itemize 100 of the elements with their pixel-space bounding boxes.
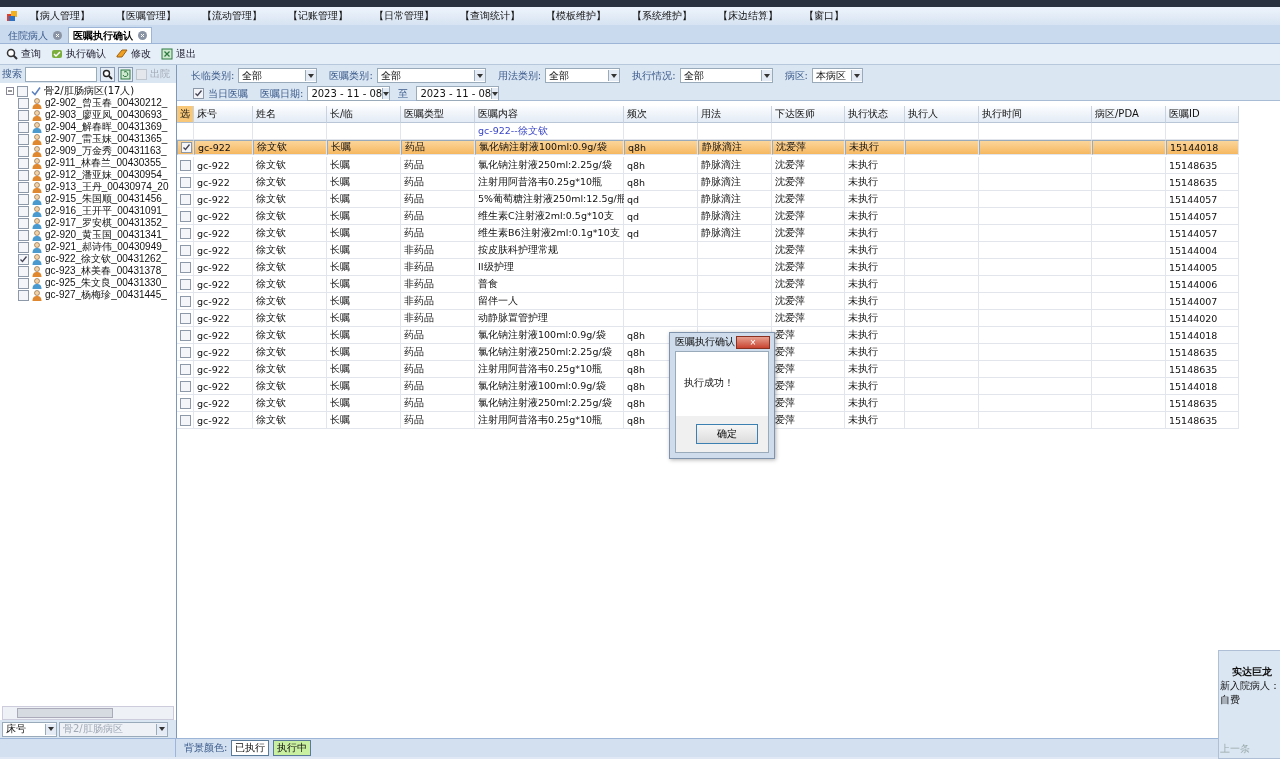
menu-item[interactable]: 【床边结算】 — [710, 9, 792, 23]
menu-item[interactable]: 【记账管理】 — [280, 9, 362, 23]
patient-item[interactable]: g2-921_郝诗伟_00430949_ — [45, 240, 168, 254]
dropdown-arrow-icon[interactable] — [760, 70, 772, 81]
filter-select[interactable]: 全部 — [376, 68, 486, 83]
dropdown-arrow-icon[interactable] — [473, 70, 485, 81]
menu-item[interactable]: 【查询统计】 — [452, 9, 534, 23]
row-checkbox[interactable] — [180, 312, 191, 324]
row-checkbox[interactable] — [180, 278, 191, 290]
close-icon[interactable] — [53, 31, 62, 40]
patient-item[interactable]: g2-911_林春兰_00430355_ — [45, 156, 167, 170]
toolbar-button[interactable]: 退出 — [161, 47, 196, 61]
tab[interactable]: 住院病人 — [4, 28, 66, 43]
column-header[interactable]: 病区/PDA — [1092, 106, 1166, 123]
filter-select[interactable]: 全部 — [238, 68, 318, 83]
patient-item[interactable]: gc-927_杨梅珍_00431445_ — [45, 288, 167, 302]
collapse-icon[interactable] — [6, 87, 14, 95]
close-icon[interactable] — [138, 31, 147, 40]
dropdown-arrow-icon[interactable] — [382, 88, 390, 99]
search-field[interactable] — [25, 66, 97, 82]
sort-select[interactable]: 床号 — [2, 721, 57, 737]
filter-select[interactable]: 全部 — [545, 68, 621, 83]
menu-item[interactable]: 【流动管理】 — [194, 9, 276, 23]
tree-checkbox[interactable] — [18, 133, 29, 145]
date-field[interactable]: 2023 - 11 - 08 — [307, 86, 391, 101]
patient-item[interactable]: g2-920_黄玉国_00431341_ — [45, 228, 168, 242]
column-header[interactable]: 频次 — [624, 106, 698, 123]
tree-checkbox[interactable] — [18, 253, 29, 265]
patient-item[interactable]: g2-916_王开平_00431091_ — [45, 204, 168, 218]
tree-checkbox[interactable] — [18, 157, 29, 169]
tree-checkbox[interactable] — [18, 145, 29, 157]
menu-item[interactable]: 【医嘱管理】 — [108, 9, 190, 23]
filter-select[interactable]: 本病区 — [811, 68, 863, 83]
patient-item[interactable]: gc-923_林美春_00431378_ — [45, 264, 167, 278]
dropdown-arrow-icon[interactable] — [305, 70, 317, 81]
filter-select[interactable]: 全部 — [679, 68, 773, 83]
tree-checkbox[interactable] — [18, 193, 29, 205]
row-checkbox[interactable] — [181, 142, 192, 153]
row-checkbox[interactable] — [180, 261, 191, 273]
tree-checkbox[interactable] — [18, 229, 29, 241]
search-button[interactable] — [100, 66, 115, 82]
tree-checkbox[interactable] — [18, 289, 29, 301]
tab[interactable]: 医嘱执行确认 — [68, 27, 152, 43]
row-checkbox[interactable] — [180, 227, 191, 239]
toolbar-button[interactable]: 执行确认 — [51, 47, 106, 61]
row-checkbox[interactable] — [180, 346, 191, 358]
row-checkbox[interactable] — [180, 414, 191, 426]
tree-checkbox[interactable] — [17, 85, 28, 97]
tree-checkbox[interactable] — [18, 277, 29, 289]
tree-checkbox[interactable] — [18, 97, 29, 109]
column-header[interactable]: 执行人 — [905, 106, 979, 123]
column-header[interactable]: 执行状态 — [845, 106, 905, 123]
column-header[interactable]: 用法 — [698, 106, 772, 123]
tree-checkbox[interactable] — [18, 121, 29, 133]
date-field[interactable]: 2023 - 11 - 08 — [416, 86, 500, 101]
patient-item[interactable]: g2-903_廖亚凤_00430693_ — [45, 108, 168, 122]
row-checkbox[interactable] — [180, 210, 191, 222]
row-checkbox[interactable] — [180, 193, 191, 205]
menu-item[interactable]: 【系统维护】 — [624, 9, 706, 23]
row-checkbox[interactable] — [180, 159, 191, 171]
ok-button[interactable]: 确定 — [696, 424, 758, 444]
column-header[interactable]: 长/临 — [327, 106, 401, 123]
today-checkbox[interactable] — [193, 88, 204, 99]
patient-item[interactable]: g2-912_潘亚妹_00430954_ — [45, 168, 168, 182]
menu-item[interactable]: 【模板维护】 — [538, 9, 620, 23]
tree-checkbox[interactable] — [18, 169, 29, 181]
menu-item[interactable]: 【窗口】 — [796, 9, 858, 23]
patient-item[interactable]: g2-915_朱国顺_00431456_ — [45, 192, 168, 206]
toolbar-button[interactable]: 查询 — [6, 47, 41, 61]
patient-item[interactable]: g2-902_曾玉春_00430212_ — [45, 96, 168, 110]
column-header[interactable]: 医嘱类型 — [401, 106, 475, 123]
column-header[interactable]: 医嘱内容 — [475, 106, 624, 123]
tree-checkbox[interactable] — [18, 205, 29, 217]
patient-item[interactable]: gc-922_徐文钦_00431262_ — [45, 252, 167, 266]
horizontal-scrollbar[interactable] — [2, 706, 174, 720]
dropdown-arrow-icon[interactable] — [608, 70, 620, 81]
patient-item[interactable]: g2-904_解春晖_00431369_ — [45, 120, 168, 134]
patient-item[interactable]: g2-917_罗安棋_00431352_ — [45, 216, 168, 230]
menu-item[interactable]: 【日常管理】 — [366, 9, 448, 23]
row-checkbox[interactable] — [180, 397, 191, 409]
toolbar-button[interactable]: 修改 — [116, 47, 151, 61]
column-header[interactable]: 床号 — [194, 106, 253, 123]
patient-item[interactable]: g2-913_王丹_00430974_20 — [45, 180, 169, 194]
ward-label[interactable]: 骨2/肛肠病区(17人) — [44, 84, 135, 98]
row-checkbox[interactable] — [180, 176, 191, 188]
patient-item[interactable]: gc-925_朱文良_00431330_ — [45, 276, 167, 290]
patient-item[interactable]: g2-909_万金秀_00431163_ — [45, 144, 167, 158]
menu-item[interactable]: 【病人管理】 — [22, 9, 104, 23]
row-checkbox[interactable] — [180, 363, 191, 375]
tree-checkbox[interactable] — [18, 241, 29, 253]
column-header[interactable]: 下达医师 — [772, 106, 845, 123]
column-header[interactable]: 医嘱ID — [1166, 106, 1239, 123]
dropdown-arrow-icon[interactable] — [850, 70, 862, 81]
patient-item[interactable]: g2-907_雷玉妹_00431365_ — [45, 132, 168, 146]
row-checkbox[interactable] — [180, 244, 191, 256]
tree-checkbox[interactable] — [18, 181, 29, 193]
dropdown-arrow-icon[interactable] — [491, 88, 499, 99]
column-header[interactable]: 执行时间 — [979, 106, 1092, 123]
row-checkbox[interactable] — [180, 329, 191, 341]
tree-checkbox[interactable] — [18, 217, 29, 229]
